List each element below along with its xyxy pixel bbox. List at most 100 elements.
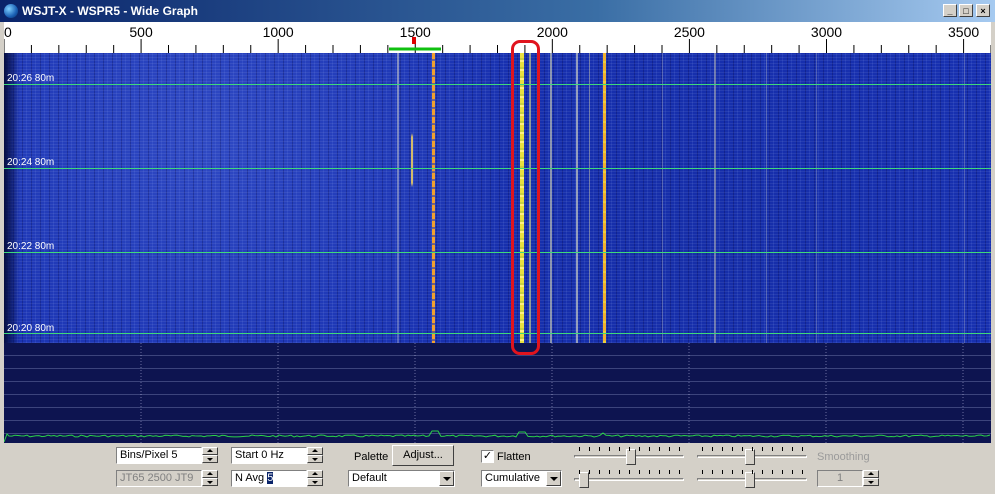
spin-down-icon[interactable] bbox=[307, 455, 323, 463]
palette-select[interactable]: Default bbox=[348, 470, 455, 487]
time-marker-line bbox=[4, 84, 991, 85]
signal-trace bbox=[964, 53, 965, 343]
slider-tick bbox=[732, 447, 733, 451]
palette-select-value: Default bbox=[352, 472, 387, 484]
slider-tick bbox=[792, 470, 793, 474]
spin-down-icon[interactable] bbox=[202, 455, 218, 463]
spin-down-icon[interactable] bbox=[307, 478, 323, 486]
spin-up-icon[interactable] bbox=[202, 447, 218, 455]
smoothing-spinbox: 1 bbox=[817, 470, 863, 487]
maximize-button[interactable]: □ bbox=[959, 4, 973, 17]
time-marker-line bbox=[4, 333, 991, 334]
signal-trace bbox=[766, 53, 767, 343]
slider-tick bbox=[579, 470, 580, 474]
slider-tick bbox=[589, 447, 590, 451]
n-avg-value: 5 bbox=[267, 472, 274, 484]
slider-thumb[interactable] bbox=[626, 449, 636, 465]
slider-tick bbox=[712, 447, 713, 451]
time-label: 20:24 80m bbox=[7, 157, 55, 168]
slider-track bbox=[574, 478, 684, 481]
signal-highlight-annotation bbox=[511, 40, 540, 355]
freq-label: 3000 bbox=[811, 24, 842, 40]
waterfall-left-edge bbox=[4, 53, 20, 343]
window-title: WSJT-X - WSPR5 - Wide Graph bbox=[22, 4, 198, 18]
adjust-button[interactable]: Adjust... bbox=[392, 445, 454, 466]
freq-label: 2500 bbox=[674, 24, 705, 40]
gain-slider[interactable] bbox=[574, 447, 684, 469]
slider-tick bbox=[722, 470, 723, 474]
spectrum-mode-value: Cumulative bbox=[485, 472, 541, 484]
slider-tick bbox=[772, 447, 773, 451]
spin-up-icon[interactable] bbox=[307, 447, 323, 455]
freq-label: 3500 bbox=[948, 24, 979, 40]
minimize-button[interactable]: _ bbox=[943, 4, 957, 17]
freq-label: 1000 bbox=[263, 24, 294, 40]
spectrum-mode-select[interactable]: Cumulative bbox=[481, 470, 562, 487]
time-label: 20:20 80m bbox=[7, 323, 55, 334]
slider-tick bbox=[732, 470, 733, 474]
zero-slider[interactable] bbox=[574, 470, 684, 492]
bins-per-pixel-spinbox[interactable]: Bins/Pixel 5 bbox=[116, 447, 202, 464]
slider-tick bbox=[629, 447, 630, 451]
spectrum-zero-slider[interactable] bbox=[697, 470, 807, 492]
spin-up-icon bbox=[202, 470, 218, 478]
spectrum-graphic bbox=[4, 343, 991, 443]
slider-tick bbox=[752, 470, 753, 474]
slider-tick bbox=[702, 470, 703, 474]
dropdown-arrow-icon[interactable] bbox=[439, 471, 454, 486]
mode-split-spinbox: JT65 2500 JT9 bbox=[116, 470, 202, 487]
slider-thumb[interactable] bbox=[579, 472, 589, 488]
slider-tick bbox=[579, 447, 580, 451]
flatten-checkbox[interactable]: ✓ bbox=[481, 450, 494, 463]
title-bar[interactable]: WSJT-X - WSPR5 - Wide Graph _ □ × bbox=[0, 0, 995, 22]
slider-tick bbox=[722, 447, 723, 451]
signal-trace bbox=[589, 53, 590, 343]
spectrum-trace bbox=[4, 430, 991, 443]
signal-trace bbox=[411, 53, 413, 253]
smoothing-stepper bbox=[863, 470, 879, 487]
start-frequency-stepper[interactable] bbox=[307, 447, 323, 464]
slider-tick bbox=[609, 447, 610, 451]
slider-tick bbox=[762, 447, 763, 451]
waterfall-display[interactable]: 20:26 80m 20:24 80m 20:22 80m 20:20 80m bbox=[4, 53, 991, 343]
slider-tick bbox=[782, 447, 783, 451]
smoothing-label: Smoothing bbox=[817, 451, 870, 463]
signal-trace bbox=[662, 53, 663, 343]
slider-tick bbox=[742, 447, 743, 451]
time-label: 20:22 80m bbox=[7, 241, 55, 252]
spin-up-icon[interactable] bbox=[307, 470, 323, 478]
dropdown-arrow-icon[interactable] bbox=[546, 471, 561, 486]
signal-trace bbox=[714, 53, 716, 343]
n-avg-label: N Avg bbox=[235, 472, 268, 484]
signal-trace bbox=[576, 53, 578, 343]
slider-thumb[interactable] bbox=[745, 472, 755, 488]
slider-tick bbox=[742, 470, 743, 474]
signal-trace bbox=[550, 53, 552, 343]
freq-label: 500 bbox=[129, 24, 153, 40]
controls-panel: Bins/Pixel 5 JT65 2500 JT9 Start 0 Hz N … bbox=[0, 443, 995, 494]
start-frequency-spinbox[interactable]: Start 0 Hz bbox=[231, 447, 307, 464]
palette-label: Palette bbox=[354, 451, 389, 463]
slider-thumb[interactable] bbox=[745, 449, 755, 465]
bins-per-pixel-stepper[interactable] bbox=[202, 447, 218, 464]
spectrum-gain-slider[interactable] bbox=[697, 447, 807, 469]
flatten-label[interactable]: Flatten bbox=[497, 451, 531, 463]
time-marker-line bbox=[4, 168, 991, 169]
slider-tick bbox=[599, 447, 600, 451]
slider-tick bbox=[712, 470, 713, 474]
tx-frequency-marker[interactable] bbox=[412, 37, 416, 44]
spectrum-display[interactable] bbox=[4, 343, 991, 443]
mode-split-stepper bbox=[202, 470, 218, 487]
slider-tick bbox=[639, 470, 640, 474]
spin-down-icon bbox=[863, 478, 879, 486]
frequency-scale[interactable]: 0 500 1000 1500 2000 2500 3000 3500 bbox=[4, 22, 991, 53]
slider-tick bbox=[802, 470, 803, 474]
freq-label-0: 0 bbox=[4, 24, 12, 40]
frequency-scale-graphic: 0 500 1000 1500 2000 2500 3000 3500 bbox=[4, 24, 991, 53]
n-avg-stepper[interactable] bbox=[307, 470, 323, 487]
slider-tick bbox=[702, 447, 703, 451]
n-avg-spinbox[interactable]: N Avg 5 bbox=[231, 470, 307, 487]
signal-trace bbox=[432, 53, 435, 343]
close-button[interactable]: × bbox=[976, 4, 990, 17]
slider-tick bbox=[679, 447, 680, 451]
